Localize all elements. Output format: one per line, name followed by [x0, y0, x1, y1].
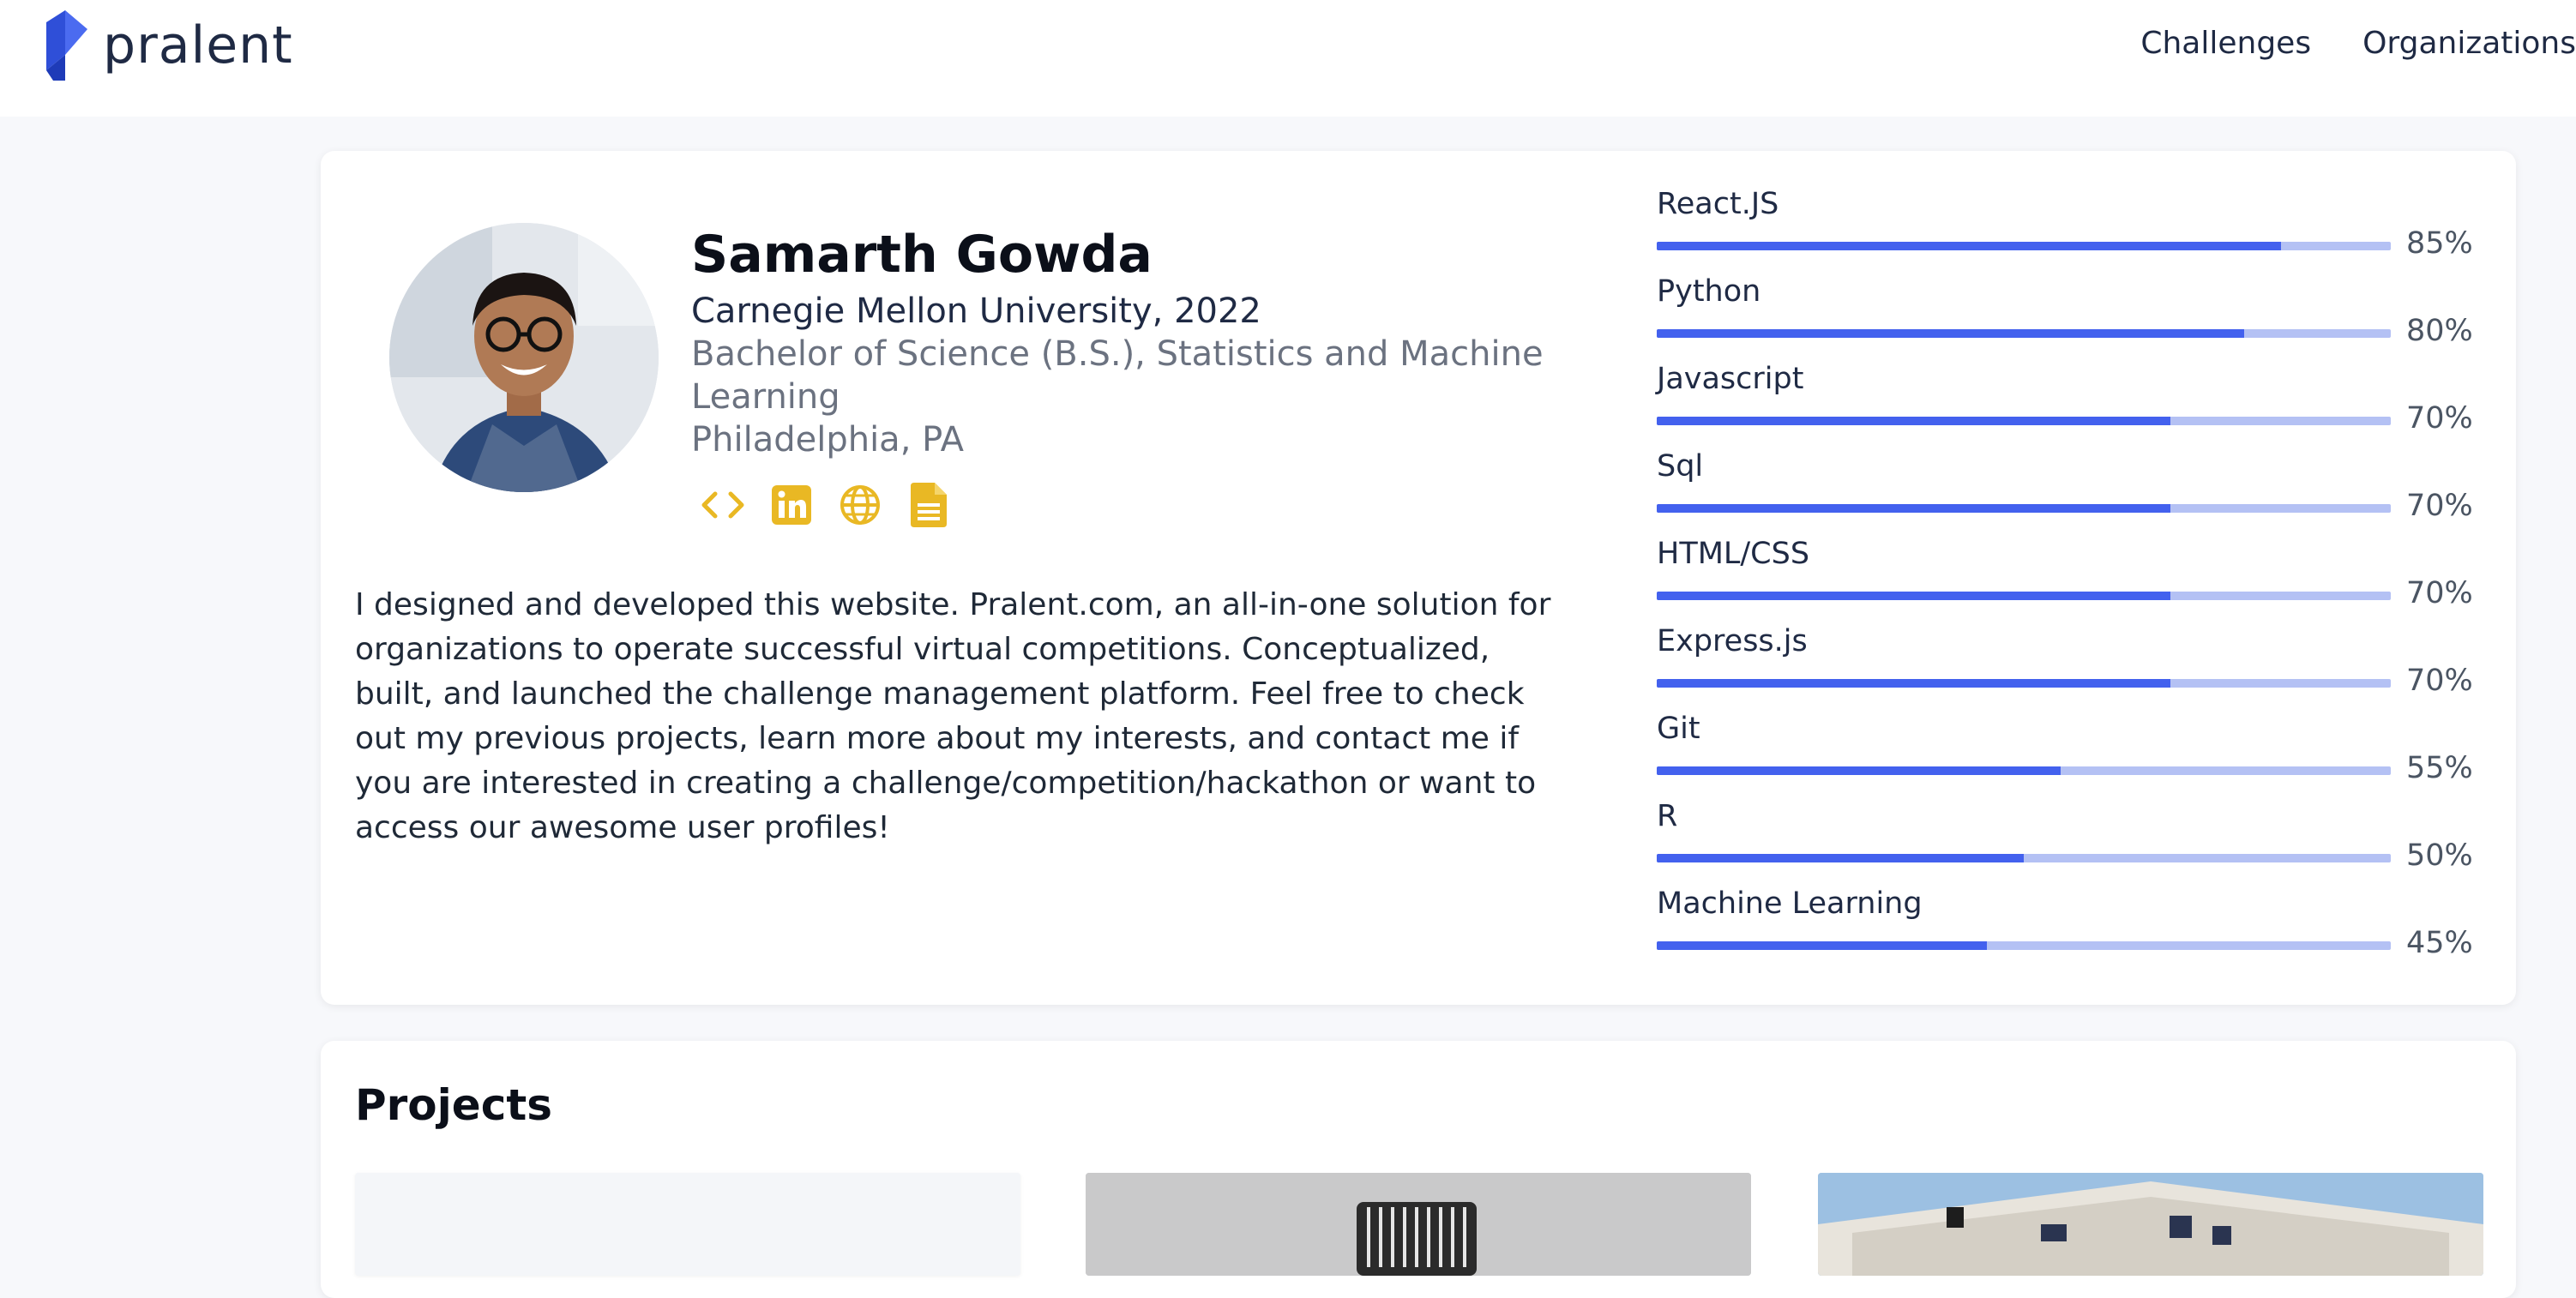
skill-percent: 85% — [2406, 226, 2473, 261]
skill-row: Python 80% — [1657, 274, 2473, 362]
skill-percent: 70% — [2406, 576, 2473, 610]
skill-row: HTML/CSS 70% — [1657, 537, 2473, 624]
skill-progress-fill — [1657, 417, 2171, 425]
skill-progress-track — [1657, 679, 2391, 688]
profile-name: Samarth Gowda — [691, 225, 1153, 285]
logo-text: pralent — [103, 15, 293, 75]
skill-progress-fill — [1657, 329, 2244, 338]
skill-progress-fill — [1657, 504, 2171, 513]
skill-progress-fill — [1657, 854, 2024, 862]
skill-progress-fill — [1657, 766, 2061, 775]
skill-percent: 70% — [2406, 664, 2473, 698]
skill-row: R 50% — [1657, 799, 2473, 886]
skill-name: R — [1657, 799, 1678, 833]
nav-link-challenges[interactable]: Challenges — [2140, 26, 2311, 61]
skill-name: React.JS — [1657, 187, 1779, 221]
skill-row: React.JS 85% — [1657, 187, 2473, 274]
navbar: pralent Challenges Organizations — [0, 0, 2576, 117]
skill-progress-track — [1657, 766, 2391, 775]
projects-title: Projects — [355, 1080, 553, 1130]
linkedin-icon[interactable] — [768, 482, 815, 528]
profile-card: Samarth Gowda Carnegie Mellon University… — [321, 151, 2516, 1005]
nav-links: Challenges Organizations — [2089, 26, 2576, 61]
skill-name: Sql — [1657, 449, 1704, 484]
skill-progress-track — [1657, 592, 2391, 600]
skill-progress-track — [1657, 242, 2391, 250]
skill-percent: 45% — [2406, 926, 2473, 960]
avatar — [389, 223, 659, 492]
project-card[interactable] — [355, 1173, 1020, 1276]
skill-progress-fill — [1657, 941, 1988, 950]
skill-name: Express.js — [1657, 624, 1808, 658]
skill-progress-fill — [1657, 592, 2171, 600]
globe-icon[interactable] — [837, 482, 883, 528]
profile-location: Philadelphia, PA — [691, 420, 965, 460]
skill-progress-track — [1657, 854, 2391, 862]
project-card[interactable] — [1086, 1173, 1751, 1276]
pralent-logo[interactable]: pralent — [43, 10, 293, 81]
code-icon[interactable] — [700, 482, 746, 528]
skill-name: Javascript — [1657, 362, 1804, 396]
skill-percent: 55% — [2406, 751, 2473, 785]
pralent-logo-icon — [46, 10, 87, 81]
skill-name: Git — [1657, 712, 1700, 746]
profile-links — [700, 482, 974, 528]
skill-row: Express.js 70% — [1657, 624, 2473, 712]
skill-percent: 80% — [2406, 314, 2473, 348]
profile-school: Carnegie Mellon University, 2022 — [691, 291, 1261, 331]
profile-degree: Bachelor of Science (B.S.), Statistics a… — [691, 334, 1544, 417]
skill-percent: 70% — [2406, 401, 2473, 436]
project-card[interactable] — [1818, 1173, 2483, 1276]
skill-row: Sql 70% — [1657, 449, 2473, 537]
skill-row: Javascript 70% — [1657, 362, 2473, 449]
profile-bio: I designed and developed this website. P… — [355, 587, 1551, 845]
skill-row: Machine Learning 45% — [1657, 886, 2473, 974]
skill-name: Python — [1657, 274, 1761, 309]
skill-progress-track — [1657, 417, 2391, 425]
projects-card: Projects — [321, 1041, 2516, 1298]
skill-name: Machine Learning — [1657, 886, 1923, 921]
skill-name: HTML/CSS — [1657, 537, 1810, 571]
skill-row: Git 55% — [1657, 712, 2473, 799]
skill-progress-fill — [1657, 679, 2171, 688]
skills-list: React.JS 85% Python 80% Javascript 70% Sql 70% H… — [1657, 187, 2473, 974]
skill-progress-fill — [1657, 242, 2281, 250]
skill-progress-track — [1657, 941, 2391, 950]
resume-icon[interactable] — [906, 482, 952, 528]
skill-percent: 70% — [2406, 489, 2473, 523]
skill-percent: 50% — [2406, 838, 2473, 873]
nav-link-organizations[interactable]: Organizations — [2362, 26, 2576, 61]
skill-progress-track — [1657, 329, 2391, 338]
skill-progress-track — [1657, 504, 2391, 513]
